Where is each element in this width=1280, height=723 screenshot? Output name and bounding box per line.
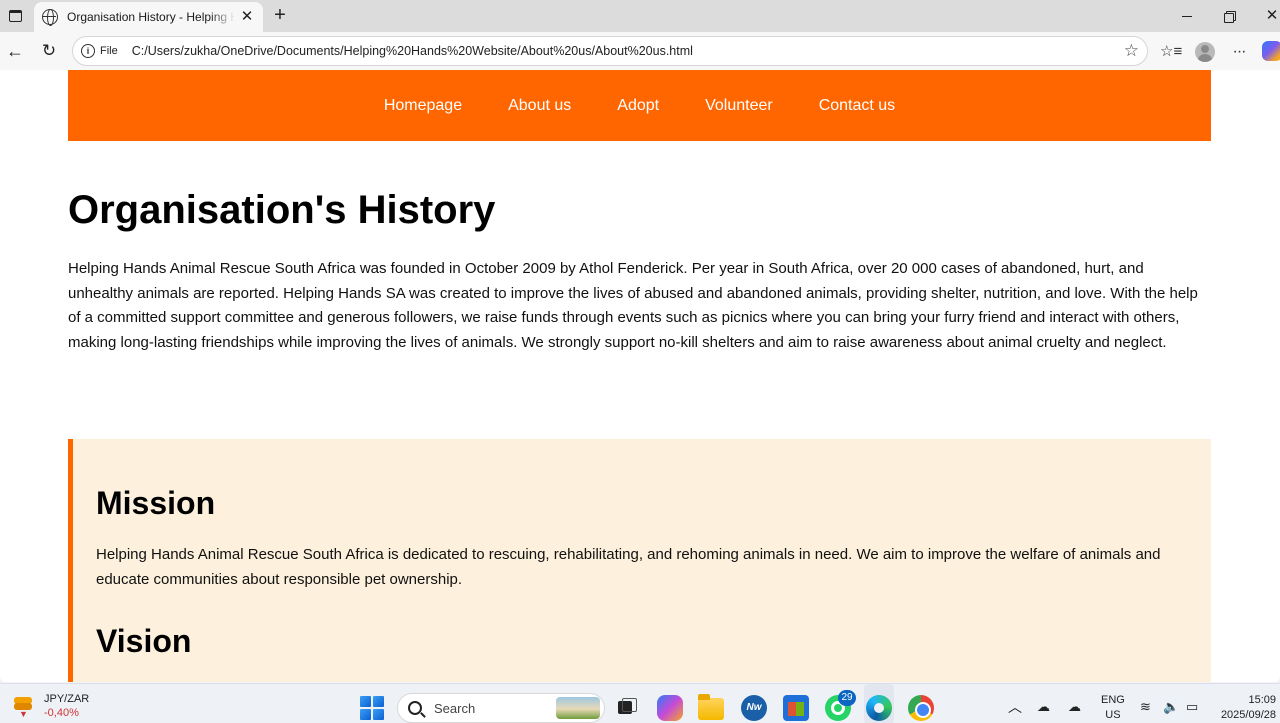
taskbar-search[interactable]: Search <box>397 693 605 723</box>
nav-link-about-us[interactable]: About us <box>508 97 571 115</box>
taskbar: ▼ JPY/ZAR -0,40% Search Nw 29 ︿ ☁ ☁ ENG … <box>0 683 1280 723</box>
tab-title: Organisation History - Helping Hands <box>67 10 235 24</box>
wifi-icon[interactable]: ≋ <box>1140 697 1151 717</box>
mission-heading: Mission <box>96 485 216 521</box>
nav-link-volunteer[interactable]: Volunteer <box>705 97 773 115</box>
currency-pair: JPY/ZAR <box>44 693 90 705</box>
site-navigation: Homepage About us Adopt Volunteer Contac… <box>68 70 1211 141</box>
page-viewport: Homepage About us Adopt Volunteer Contac… <box>0 70 1280 682</box>
clock-date: 2025/09/28 <box>1220 709 1276 721</box>
url-text[interactable]: C:/Users/zukha/OneDrive/Documents/Helpin… <box>132 44 693 58</box>
close-window-button[interactable]: ✕ <box>1262 6 1280 26</box>
whatsapp-badge: 29 <box>838 690 856 706</box>
browser-tab[interactable]: Organisation History - Helping Hands ✕ <box>34 2 263 32</box>
profile-button[interactable] <box>1194 41 1216 63</box>
tab-actions-menu-button[interactable] <box>6 7 24 25</box>
browser-toolbar: ← ↻ i File C:/Users/zukha/OneDrive/Docum… <box>0 32 1280 70</box>
avatar-icon <box>1195 42 1215 62</box>
file-scheme-label: File <box>100 45 118 57</box>
onedrive-icon[interactable]: ☁ <box>1037 697 1050 717</box>
edge-icon[interactable] <box>866 695 892 721</box>
reload-button[interactable]: ↻ <box>39 41 59 61</box>
copilot-sidebar-icon[interactable] <box>1262 41 1280 61</box>
mission-vision-panel: Mission Helping Hands Animal Rescue Sout… <box>68 439 1211 682</box>
start-icon[interactable] <box>360 696 384 720</box>
cloud-icon[interactable]: ☁ <box>1068 697 1081 717</box>
copilot-icon[interactable] <box>657 695 683 721</box>
more-options-icon[interactable]: ··· <box>1228 41 1250 63</box>
address-bar[interactable]: i File C:/Users/zukha/OneDrive/Documents… <box>72 36 1148 66</box>
globe-icon <box>42 9 58 26</box>
search-icon <box>408 701 422 715</box>
star-icon[interactable]: ☆ <box>1124 42 1139 60</box>
nav-link-adopt[interactable]: Adopt <box>617 97 659 115</box>
battery-icon[interactable]: ▭ <box>1186 697 1198 717</box>
tab-close-button[interactable]: ✕ <box>239 9 255 25</box>
file-explorer-icon[interactable] <box>698 694 724 720</box>
keyboard-layout: US <box>1105 709 1121 721</box>
clock[interactable]: 15:09 2025/09/28 <box>1214 693 1276 723</box>
task-view-icon[interactable] <box>616 697 637 717</box>
info-icon[interactable]: i <box>81 44 95 58</box>
currency-change: -0,40% <box>44 707 79 719</box>
new-tab-button[interactable]: + <box>270 5 290 25</box>
language-indicator[interactable]: ENG US <box>1101 693 1125 723</box>
search-highlight-image <box>556 697 600 719</box>
clock-time: 15:09 <box>1248 694 1276 706</box>
nav-link-contact-us[interactable]: Contact us <box>819 97 895 115</box>
tab-strip: Organisation History - Helping Hands ✕ +… <box>0 0 1280 32</box>
chrome-icon[interactable] <box>908 695 934 721</box>
notes-app-icon[interactable]: Nw <box>741 695 767 721</box>
vision-heading: Vision <box>96 623 192 659</box>
language-code: ENG <box>1101 694 1125 706</box>
minimize-button[interactable] <box>1177 6 1197 26</box>
store-icon[interactable] <box>783 695 809 721</box>
chevron-up-icon[interactable]: ︿ <box>1008 697 1022 717</box>
history-paragraph: Helping Hands Animal Rescue South Africa… <box>68 260 1198 351</box>
nav-link-homepage[interactable]: Homepage <box>384 97 462 115</box>
search-label: Search <box>434 700 476 716</box>
mission-paragraph: Helping Hands Animal Rescue South Africa… <box>96 546 1161 588</box>
restore-button[interactable] <box>1220 6 1240 26</box>
currency-widget[interactable]: ▼ JPY/ZAR -0,40% <box>12 692 89 720</box>
tab-actions-icon <box>8 10 22 22</box>
volume-icon[interactable]: 🔈 <box>1163 697 1179 717</box>
favorites-icon[interactable]: ☆≡ <box>1160 41 1182 63</box>
page-title: Organisation's History <box>68 188 496 232</box>
currency-icon: ▼ <box>12 695 34 719</box>
back-button[interactable]: ← <box>5 41 25 61</box>
